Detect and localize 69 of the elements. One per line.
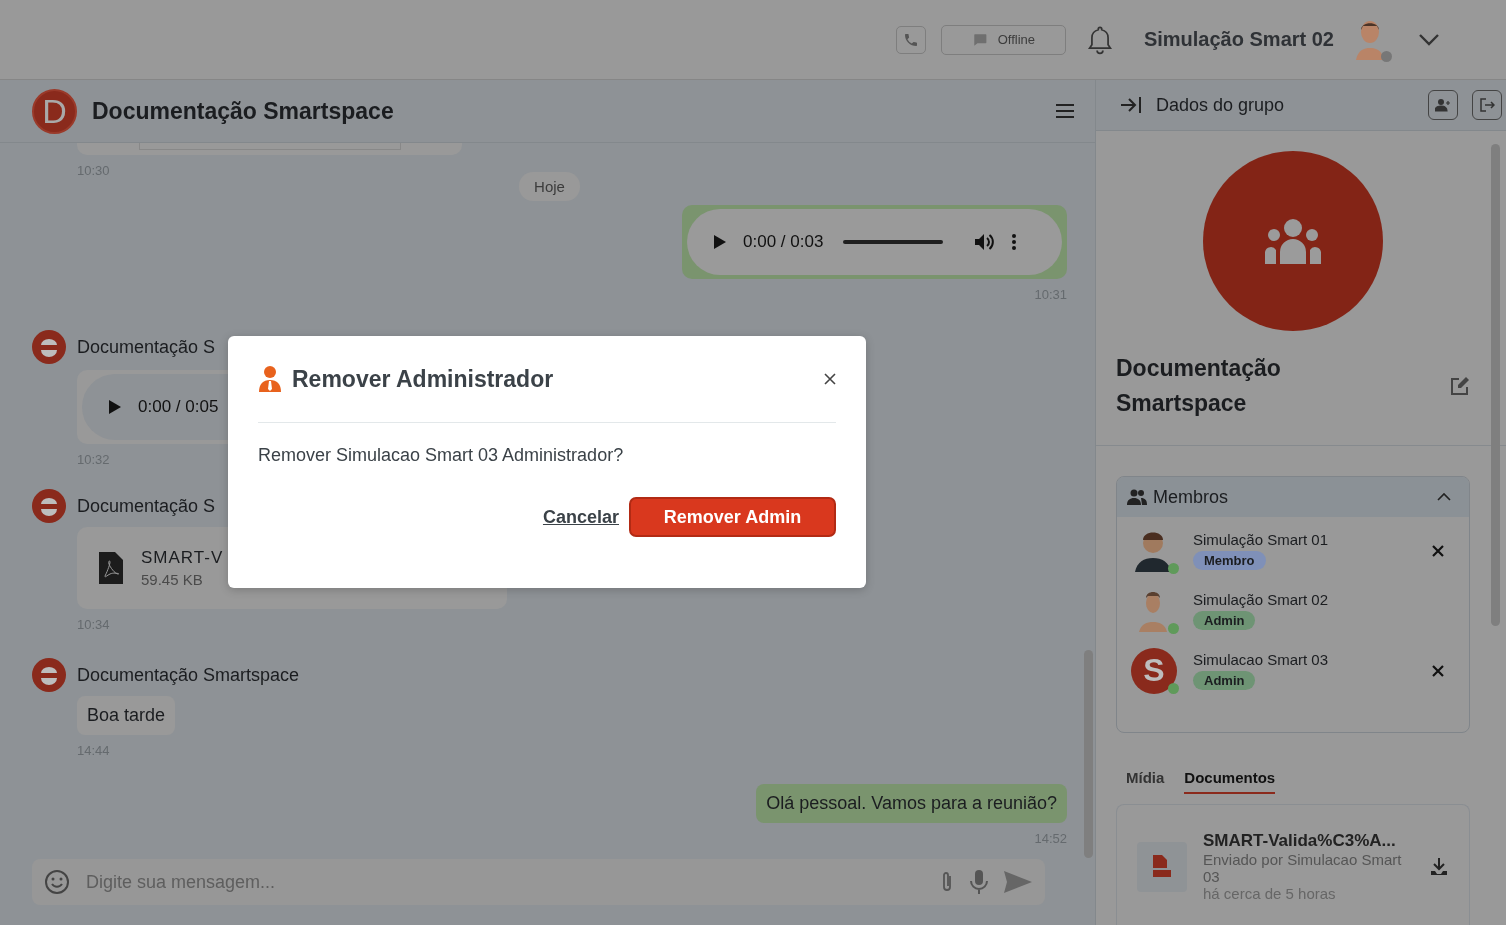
group-name: Documentação Smartspace	[1116, 354, 1282, 418]
dialog-message: Remover Simulacao Smart 03 Administrador?	[258, 445, 625, 466]
sender-avatar-icon	[32, 658, 66, 692]
message-bubble: Olá pessoal. Vamos para a reunião?	[756, 784, 1067, 823]
role-tag: Membro	[1193, 551, 1266, 570]
audio-progress-track[interactable]	[843, 240, 944, 244]
remove-icon[interactable]	[1431, 543, 1445, 558]
status-button[interactable]: Offline	[940, 24, 1066, 55]
tab[interactable]: Mídia	[1126, 769, 1165, 794]
menu-icon[interactable]	[1055, 103, 1075, 119]
chat-title: Documentação Smartspace	[92, 97, 394, 125]
pdf-file-icon	[1137, 841, 1187, 892]
leave-group-button[interactable]	[1472, 90, 1502, 120]
member-name: Simulacao Smart 03	[1193, 651, 1329, 668]
member-name: Simulação Smart 02	[1193, 591, 1329, 608]
group-logo: D	[32, 88, 77, 134]
sender-avatar-icon	[32, 489, 66, 523]
user-name: Simulação Smart 02	[1143, 28, 1334, 51]
member-name: Simulação Smart 01	[1193, 531, 1329, 548]
dialog-title: Remover Administrador	[292, 365, 554, 393]
audio-player[interactable]: 0:00 / 0:03	[687, 209, 1062, 275]
scrollbar[interactable]	[1491, 144, 1500, 626]
emoji-icon[interactable]	[44, 869, 70, 895]
edit-icon[interactable]	[1450, 376, 1470, 396]
chevron-down-icon[interactable]	[1418, 32, 1440, 47]
exit-icon	[1479, 98, 1495, 112]
sender-name: Documentação S	[77, 336, 216, 358]
panel-title: Dados do grupo	[1156, 94, 1285, 116]
document-name: SMART-Valida%C3%A...	[1203, 831, 1397, 851]
more-options-icon[interactable]	[1011, 233, 1018, 251]
audio-time: 0:00 / 0:03	[743, 232, 824, 252]
file-name: SMART-V	[141, 548, 224, 568]
role-tag: Admin	[1193, 671, 1256, 690]
members-header[interactable]: Membros	[1117, 477, 1469, 517]
chevron-up-icon[interactable]	[1437, 492, 1451, 502]
phone-icon	[902, 31, 919, 48]
download-icon[interactable]	[1429, 856, 1449, 877]
document-sender: Enviado por Simulacao Smart 03	[1203, 851, 1403, 885]
sender-name: Documentação S	[77, 495, 216, 517]
message-bubble: Boa tarde	[77, 696, 176, 735]
cancel-link[interactable]: Cancelar	[542, 506, 619, 528]
notification-bell-icon[interactable]	[1085, 24, 1114, 55]
confirm-button[interactable]: Remover Admin	[629, 497, 836, 537]
sender-avatar-icon	[32, 330, 66, 364]
add-person-icon	[1435, 98, 1451, 112]
play-icon[interactable]	[108, 399, 122, 415]
sender-name: Documentação Smartspace	[77, 664, 300, 686]
audio-time: 0:00 / 0:05	[138, 397, 219, 417]
admin-person-icon	[258, 366, 282, 392]
microphone-icon[interactable]	[969, 869, 989, 895]
chat-bubble-icon	[971, 32, 988, 47]
role-tag: Admin	[1193, 611, 1256, 630]
remove-icon[interactable]	[1431, 663, 1445, 678]
people-icon	[1127, 489, 1147, 505]
file-size: 59.45 KB	[141, 571, 204, 588]
group-icon	[1265, 218, 1321, 264]
message-field[interactable]: Digite sua mensagem...	[32, 859, 1045, 905]
close-icon[interactable]	[824, 373, 836, 385]
date-label: Hoje	[519, 172, 580, 201]
pdf-file-icon	[99, 552, 123, 584]
volume-icon[interactable]	[973, 232, 996, 252]
tab[interactable]: Documentos	[1184, 769, 1276, 794]
message-input[interactable]: Digite sua mensagem...	[84, 870, 925, 894]
play-icon[interactable]	[713, 234, 727, 250]
members-title: Membros	[1153, 486, 1228, 508]
collapse-panel-icon[interactable]	[1120, 96, 1142, 114]
add-member-button[interactable]	[1428, 90, 1458, 120]
member-avatar: S	[1131, 647, 1177, 694]
phone-button[interactable]	[895, 25, 926, 54]
